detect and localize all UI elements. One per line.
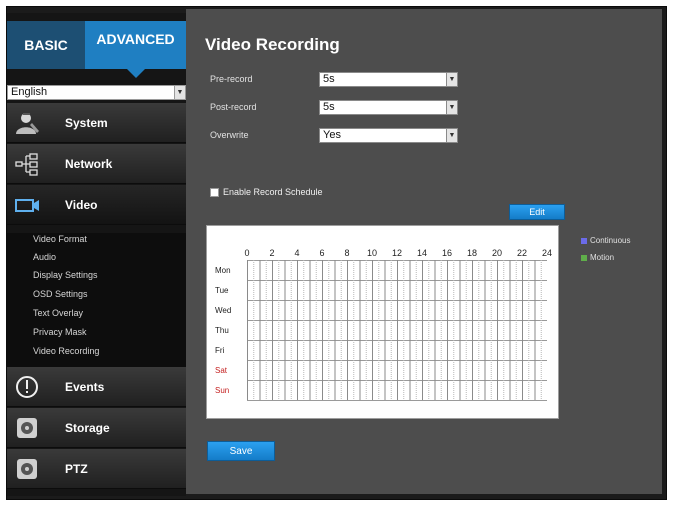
legend-label: Continuous (590, 236, 631, 245)
submenu-item-osd-settings[interactable]: OSD Settings (33, 288, 88, 300)
mode-tabs: Basic Advanced (7, 21, 186, 78)
hour-label: 24 (541, 248, 552, 258)
page-title: Video Recording (205, 35, 340, 54)
post-record-value: 5s (323, 101, 335, 113)
submenu-item-text-overlay[interactable]: Text Overlay (33, 307, 83, 319)
save-button[interactable]: Save (207, 441, 275, 461)
schedule-grid[interactable] (247, 260, 547, 408)
legend-swatch (581, 254, 587, 261)
sidebar-item-network[interactable]: Network (7, 144, 186, 184)
day-label-sun: Sun (215, 386, 230, 395)
hour-label: 14 (416, 248, 427, 258)
sidebar-item-label: PTZ (65, 461, 88, 476)
legend-continuous: Continuous (581, 236, 630, 245)
sidebar-item-label: Network (65, 156, 113, 171)
day-label-mon: Mon (215, 266, 231, 275)
submenu-item-audio[interactable]: Audio (33, 251, 56, 263)
sidebar-item-events[interactable]: Events (7, 367, 186, 407)
alert-circle-icon (7, 367, 47, 407)
chevron-down-icon: ▼ (174, 86, 185, 99)
hour-label: 2 (269, 248, 275, 258)
hour-label: 18 (466, 248, 477, 258)
edit-button[interactable]: Edit (509, 204, 565, 220)
main-panel: Video Recording Pre-record 5s ▼ Post-rec… (186, 9, 662, 494)
hour-label: 22 (516, 248, 527, 258)
hour-label: 20 (491, 248, 502, 258)
sidebar-item-label: Video (65, 197, 98, 212)
hour-label: 12 (391, 248, 402, 258)
sidebar-item-ptz[interactable]: PTZ (7, 449, 186, 489)
overwrite-label: Overwrite (210, 130, 249, 140)
ptz-disk-icon (7, 449, 47, 489)
day-label-sat: Sat (215, 366, 228, 375)
post-record-select[interactable]: 5s ▼ (319, 100, 458, 115)
overwrite-select[interactable]: Yes ▼ (319, 128, 458, 143)
legend-motion: Motion (581, 253, 614, 262)
sidebar-item-storage[interactable]: Storage (7, 408, 186, 448)
disk-icon (7, 408, 47, 448)
network-tree-icon (7, 144, 47, 184)
pre-record-value: 5s (323, 73, 335, 85)
hour-label: 16 (441, 248, 452, 258)
language-select[interactable]: English ▼ (7, 85, 186, 100)
tab-advanced[interactable]: Advanced (85, 21, 186, 78)
schedule-grid-panel: 0 2 4 6 8 10 12 14 16 18 20 22 24 Mon Tue Wed Thu Fri Sat… (206, 225, 559, 419)
day-label-tue: Tue (215, 286, 229, 295)
sidebar-item-video[interactable]: Video (7, 185, 195, 225)
legend-label: Motion (590, 253, 615, 262)
day-label-fri: Fri (215, 346, 225, 355)
submenu-item-video-recording[interactable]: Video Recording (33, 345, 99, 357)
post-record-label: Post-record (210, 102, 257, 112)
day-label-wed: Wed (215, 306, 232, 315)
overwrite-value: Yes (323, 129, 341, 141)
hour-label: 10 (366, 248, 377, 258)
chevron-down-icon: ▼ (446, 101, 457, 114)
day-label-thu: Thu (215, 326, 229, 335)
pre-record-select[interactable]: 5s ▼ (319, 72, 458, 87)
sidebar-item-label: Events (65, 379, 105, 394)
submenu-item-display-settings[interactable]: Display Settings (33, 269, 98, 281)
hour-label: 0 (244, 248, 250, 258)
language-value: English (11, 86, 48, 98)
submenu-item-video-format[interactable]: Video Format (33, 233, 87, 245)
admin-person-icon (7, 103, 47, 143)
enable-schedule-label: Enable Record Schedule (223, 187, 323, 197)
video-submenu: Video Format Audio Display Settings OSD … (7, 233, 186, 367)
pre-record-label: Pre-record (210, 74, 253, 84)
sidebar: Basic Advanced English ▼ System (7, 13, 195, 496)
enable-schedule-checkbox[interactable] (210, 187, 219, 197)
tab-basic[interactable]: Basic (7, 21, 85, 69)
enable-schedule-row: Enable Record Schedule (210, 187, 323, 197)
hour-label: 8 (344, 248, 350, 258)
chevron-down-icon: ▼ (446, 129, 457, 142)
video-camera-icon (7, 185, 47, 225)
hour-label: 6 (319, 248, 325, 258)
sidebar-item-label: System (65, 115, 108, 130)
legend-swatch (581, 237, 587, 244)
submenu-item-privacy-mask[interactable]: Privacy Mask (33, 326, 87, 338)
chevron-down-icon: ▼ (446, 73, 457, 86)
sidebar-item-label: Storage (65, 420, 110, 435)
sidebar-item-system[interactable]: System (7, 103, 186, 143)
hour-label: 4 (294, 248, 300, 258)
